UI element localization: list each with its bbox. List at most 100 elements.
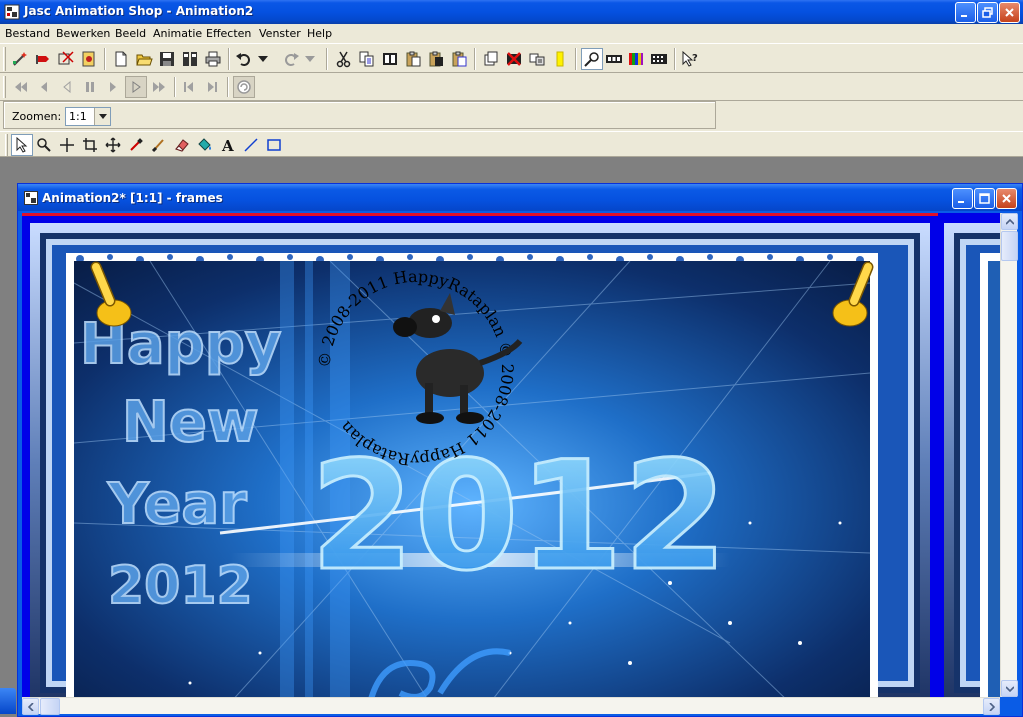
copy-frames-button[interactable] bbox=[379, 48, 401, 70]
app-icon[interactable] bbox=[4, 4, 20, 20]
crop-tool[interactable] bbox=[79, 134, 101, 156]
restore-button[interactable] bbox=[977, 2, 998, 23]
close-button[interactable] bbox=[999, 2, 1020, 23]
move-icon bbox=[105, 137, 121, 153]
toolbar-grip[interactable] bbox=[3, 76, 6, 98]
toolbar-separator bbox=[674, 48, 676, 70]
frames-canvas[interactable]: 2012 Happy New Year 2012 © 2008-2011 Hap… bbox=[22, 213, 1000, 697]
minimize-button[interactable] bbox=[955, 2, 976, 23]
menu-animatie[interactable]: Animatie bbox=[153, 27, 202, 40]
line-tool[interactable] bbox=[240, 134, 262, 156]
help-pointer-icon: ? bbox=[682, 50, 698, 67]
paste-before-button[interactable] bbox=[425, 48, 447, 70]
context-help-button[interactable]: ? bbox=[679, 48, 701, 70]
horizontal-scroll-thumb[interactable] bbox=[40, 698, 60, 715]
play-button[interactable] bbox=[125, 76, 147, 98]
animation-wizard-button[interactable] bbox=[9, 48, 31, 70]
toolbar-grip[interactable] bbox=[3, 47, 6, 71]
insert-frames-button[interactable] bbox=[480, 48, 502, 70]
highlight-icon bbox=[556, 51, 564, 67]
menu-help[interactable]: Help bbox=[307, 27, 332, 40]
scroll-up-button[interactable] bbox=[1001, 213, 1018, 230]
cut-button[interactable] bbox=[333, 48, 355, 70]
new-button[interactable] bbox=[110, 48, 132, 70]
document-title-bar[interactable]: Animation2* [1:1] - frames bbox=[18, 184, 1022, 211]
menu-bewerken[interactable]: Bewerken bbox=[56, 27, 110, 40]
copy-button[interactable] bbox=[356, 48, 378, 70]
app-title-bar[interactable]: Jasc Animation Shop - Animation2 bbox=[0, 0, 1023, 24]
menu-beeld[interactable]: Beeld bbox=[115, 27, 146, 40]
preview-zoom-button[interactable] bbox=[581, 48, 603, 70]
minimize-icon bbox=[961, 15, 967, 17]
paintbrush-tool[interactable] bbox=[148, 134, 170, 156]
last-frame-button[interactable] bbox=[148, 76, 170, 98]
document-close-button[interactable] bbox=[996, 188, 1017, 209]
vertical-scroll-thumb[interactable] bbox=[1001, 231, 1018, 261]
paste-button[interactable] bbox=[402, 48, 424, 70]
loop-toggle-button[interactable] bbox=[233, 76, 255, 98]
scroll-left-button[interactable] bbox=[22, 698, 39, 715]
scissors-icon bbox=[336, 51, 351, 68]
undo-button[interactable] bbox=[233, 48, 255, 70]
frame-properties-button[interactable] bbox=[526, 48, 548, 70]
horizontal-scrollbar[interactable] bbox=[22, 697, 1000, 715]
view-animation-button[interactable] bbox=[603, 48, 625, 70]
frame-view-button[interactable] bbox=[648, 48, 670, 70]
frame-forward-button[interactable] bbox=[201, 76, 223, 98]
chevron-down-icon bbox=[305, 56, 315, 62]
dropper-position-tool[interactable] bbox=[56, 134, 78, 156]
effects-icon bbox=[58, 51, 74, 65]
eraser-tool[interactable] bbox=[171, 134, 193, 156]
tools-toolbar: A bbox=[0, 131, 1023, 157]
magnifier-icon bbox=[584, 52, 599, 67]
shape-tool[interactable] bbox=[263, 134, 285, 156]
redo-dropdown[interactable] bbox=[302, 48, 318, 70]
mover-tool[interactable] bbox=[102, 134, 124, 156]
paste-after-button[interactable] bbox=[448, 48, 470, 70]
print-button[interactable] bbox=[202, 48, 224, 70]
minimized-window[interactable] bbox=[0, 688, 16, 714]
menu-effecten[interactable]: Effecten bbox=[206, 27, 251, 40]
undo-dropdown[interactable] bbox=[255, 48, 271, 70]
menu-venster[interactable]: Venster bbox=[259, 27, 301, 40]
menu-bestand[interactable]: Bestand bbox=[5, 27, 50, 40]
frame-back-button[interactable] bbox=[178, 76, 200, 98]
delete-frames-button[interactable] bbox=[503, 48, 525, 70]
scroll-right-button[interactable] bbox=[983, 698, 1000, 715]
document-maximize-button[interactable] bbox=[974, 188, 995, 209]
effects-wizard-button[interactable] bbox=[55, 48, 77, 70]
paint-bucket-icon bbox=[198, 138, 211, 151]
highlight-button[interactable] bbox=[549, 48, 571, 70]
open-button[interactable] bbox=[133, 48, 155, 70]
chevron-up-icon bbox=[1005, 218, 1014, 225]
pause-button[interactable] bbox=[79, 76, 101, 98]
next-step-button[interactable] bbox=[102, 76, 124, 98]
play-reverse-button[interactable] bbox=[56, 76, 78, 98]
arrow-tool[interactable] bbox=[11, 134, 33, 156]
save-button[interactable] bbox=[156, 48, 178, 70]
toolbar-grip[interactable] bbox=[5, 134, 8, 156]
flood-fill-tool[interactable] bbox=[194, 134, 216, 156]
previous-frame-button[interactable] bbox=[33, 76, 55, 98]
save-frames-button[interactable] bbox=[179, 48, 201, 70]
line-icon bbox=[244, 138, 258, 152]
frame-2[interactable] bbox=[944, 223, 1000, 697]
vertical-scrollbar[interactable] bbox=[1000, 213, 1018, 697]
zoom-select[interactable]: 1:1 bbox=[65, 107, 111, 126]
document-icon[interactable] bbox=[24, 191, 38, 205]
zoom-dropdown-button[interactable] bbox=[94, 108, 110, 125]
step-forward-icon bbox=[110, 82, 116, 92]
scroll-down-button[interactable] bbox=[1001, 680, 1018, 697]
frame-1[interactable]: 2012 Happy New Year 2012 © 2008-2011 Hap… bbox=[30, 223, 930, 697]
zoom-tool[interactable] bbox=[33, 134, 55, 156]
frames-icon bbox=[651, 54, 667, 64]
document-minimize-button[interactable] bbox=[952, 188, 973, 209]
banner-wizard-button[interactable] bbox=[32, 48, 54, 70]
text-a-icon: A bbox=[221, 137, 234, 153]
text-tool[interactable]: A bbox=[217, 134, 239, 156]
optimize-wizard-button[interactable] bbox=[78, 48, 100, 70]
dropper-tool[interactable] bbox=[125, 134, 147, 156]
color-palette-button[interactable] bbox=[625, 48, 647, 70]
redo-button[interactable] bbox=[280, 48, 302, 70]
first-frame-button[interactable] bbox=[10, 76, 32, 98]
